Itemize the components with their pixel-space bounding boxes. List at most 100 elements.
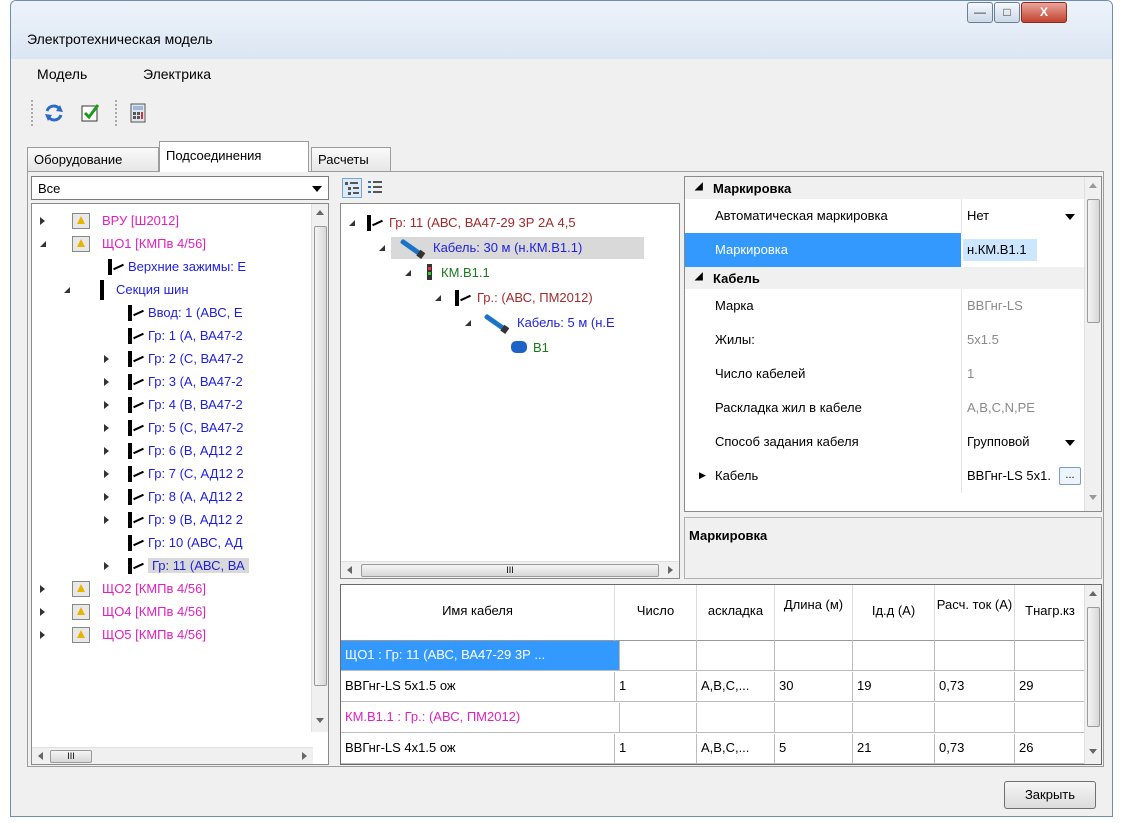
checkbox-check-icon[interactable] — [79, 102, 101, 124]
property-vscrollbar[interactable] — [1084, 177, 1101, 511]
column-header[interactable]: Число — [615, 585, 697, 641]
property-scroll-thumb[interactable] — [1087, 199, 1100, 323]
table-cell[interactable]: 26 — [1015, 734, 1086, 764]
scroll-up-icon[interactable] — [1089, 591, 1097, 596]
column-header[interactable]: Имя кабеля — [341, 585, 615, 641]
table-scroll-thumb[interactable] — [1087, 607, 1100, 727]
tree-item[interactable]: Гр: 6 (В, АД12 2 — [32, 440, 312, 462]
prop-auto-marking[interactable]: Автоматическая маркировка Нет — [685, 199, 1085, 233]
table-cell[interactable] — [697, 641, 775, 671]
expand-icon[interactable] — [40, 217, 45, 225]
collapse-icon[interactable] — [349, 220, 355, 226]
table-cell[interactable]: 1 — [615, 672, 697, 702]
table-cell[interactable]: 0,73 — [935, 672, 1015, 702]
table-cell[interactable] — [853, 703, 935, 733]
tree-view-button[interactable] — [342, 178, 362, 198]
close-button[interactable]: Закрыть — [1004, 781, 1096, 809]
table-cell[interactable] — [1015, 641, 1086, 671]
expand-icon[interactable] — [104, 355, 109, 363]
tree-item[interactable]: Гр: 4 (В, ВА47-2 — [32, 394, 312, 416]
tree-item[interactable]: Гр.: (АВС, ПМ2012) — [341, 287, 679, 309]
table-cell[interactable] — [853, 641, 935, 671]
calculator-icon[interactable] — [127, 102, 149, 124]
collapse-icon[interactable] — [64, 287, 70, 293]
collapse-icon[interactable] — [465, 320, 471, 326]
table-row[interactable]: ВВГнг-LS 5x1.5 ож 1 A,B,C,... 30 19 0,73 29 — [341, 672, 1086, 703]
tree-item[interactable]: Гр: 2 (С, ВА47-2 — [32, 348, 312, 370]
tree-item[interactable]: ВРУ [Ш2012] — [32, 210, 312, 232]
collapse-icon[interactable] — [40, 241, 46, 247]
table-row[interactable]: ВВГнг-LS 4x1.5 ож 1 A,B,C,... 5 21 0,73 26 — [341, 734, 1086, 764]
scroll-right-icon[interactable] — [668, 566, 673, 574]
expand-icon[interactable] — [104, 424, 109, 432]
table-cell[interactable]: 0,73 — [935, 734, 1015, 764]
close-window-button[interactable]: X — [1021, 2, 1067, 23]
table-cell[interactable] — [935, 703, 1015, 733]
tree-item[interactable]: Секция шин — [32, 279, 312, 301]
left-tree-hscrollbar[interactable]: III — [32, 747, 313, 764]
prop-cable[interactable]: ▶ Кабель ВВГнг-LS 5x1. ... — [685, 459, 1085, 493]
expand-icon[interactable] — [104, 447, 109, 455]
table-cell[interactable]: 19 — [853, 672, 935, 702]
prop-brand[interactable]: Марка ВВГнг-LS — [685, 289, 1085, 323]
tree-item[interactable]: Гр: 3 (А, ВА47-2 — [32, 371, 312, 393]
menu-electrics[interactable]: Электрика — [143, 66, 211, 82]
tree-item[interactable]: Гр: 1 (А, ВА47-2 — [32, 325, 312, 347]
tree-item[interactable]: ЩО2 [КМПв 4/56] — [32, 578, 312, 600]
table-cell[interactable] — [935, 641, 1015, 671]
expand-icon[interactable] — [40, 631, 45, 639]
prop-cores[interactable]: Жилы: 5x1.5 — [685, 323, 1085, 357]
category-cable[interactable]: ◢ Кабель — [685, 267, 1085, 289]
tree-item[interactable]: Гр: 10 (АВС, АД — [32, 532, 312, 554]
tree-item[interactable]: Ввод: 1 (АВС, Е — [32, 302, 312, 324]
prop-cable-method[interactable]: Способ задания кабеля Групповой — [685, 425, 1085, 459]
expand-icon[interactable] — [104, 516, 109, 524]
menu-model[interactable]: Модель — [37, 66, 87, 82]
tree-item[interactable]: ЩО1 [КМПв 4/56] — [32, 233, 312, 255]
tree-item[interactable]: Гр: 5 (С, ВА47-2 — [32, 417, 312, 439]
table-cell[interactable] — [615, 641, 697, 671]
mid-tree-hscroll-thumb[interactable]: III — [361, 564, 659, 577]
table-cell[interactable] — [775, 641, 853, 671]
tab-equipment[interactable]: Оборудование — [27, 147, 159, 171]
tab-calculations[interactable]: Расчеты — [311, 147, 391, 171]
expand-icon[interactable]: ▶ — [699, 470, 706, 481]
table-row[interactable]: КМ.В1.1 : Гр.: (АВС, ПМ2012) — [341, 703, 1086, 734]
table-cell[interactable]: ВВГнг-LS 4x1.5 ож — [341, 734, 615, 764]
left-tree-vscrollbar[interactable] — [311, 204, 328, 732]
table-vscrollbar[interactable] — [1084, 585, 1101, 764]
table-cell[interactable]: ВВГнг-LS 5x1.5 ож — [341, 672, 615, 702]
tree-item[interactable]: Гр: 7 (С, АД12 2 — [32, 463, 312, 485]
column-header[interactable]: Iд.д (А) — [853, 585, 935, 641]
filter-dropdown[interactable]: Все — [31, 176, 329, 200]
minimize-button[interactable]: — — [967, 2, 993, 23]
column-header[interactable]: аскладка — [697, 585, 775, 641]
table-cell[interactable]: 1 — [615, 734, 697, 764]
list-view-button[interactable] — [366, 178, 386, 198]
collapse-icon[interactable] — [405, 270, 411, 276]
tree-item[interactable]: Гр: 9 (В, АД12 2 — [32, 509, 312, 531]
chevron-down-icon[interactable] — [1065, 440, 1075, 446]
scroll-left-icon[interactable] — [38, 752, 43, 760]
table-cell[interactable]: ЩО1 : Гр: 11 (АВС, ВА47-29 3Р ... — [341, 641, 620, 671]
tree-item[interactable]: Верхние зажимы: Е — [32, 256, 312, 278]
prop-cable-method-value[interactable]: Групповой — [967, 434, 1029, 449]
tree-item[interactable]: Кабель: 30 м (н.КМ.В1.1) — [341, 237, 679, 259]
maximize-button[interactable]: □ — [994, 2, 1020, 23]
tree-item[interactable]: ЩО5 [КМПв 4/56] — [32, 624, 312, 646]
table-cell[interactable]: 30 — [775, 672, 853, 702]
expand-icon[interactable] — [104, 378, 109, 386]
ellipsis-button[interactable]: ... — [1059, 467, 1081, 485]
expand-icon[interactable] — [40, 608, 45, 616]
refresh-icon[interactable] — [43, 102, 65, 124]
expand-icon[interactable] — [104, 470, 109, 478]
prop-marking-name-cell[interactable]: Маркировка — [685, 233, 961, 267]
tree-item[interactable]: Гр: 11 (АВС, ВА47-29 3Р 2А 4,5 — [341, 212, 679, 234]
left-tree-scroll-thumb[interactable] — [314, 226, 327, 686]
table-cell[interactable]: КМ.В1.1 : Гр.: (АВС, ПМ2012) — [341, 703, 620, 733]
table-cell[interactable] — [775, 703, 853, 733]
tree-item[interactable]: Кабель: 5 м (н.Е — [341, 312, 679, 334]
expand-icon[interactable] — [104, 401, 109, 409]
table-cell[interactable] — [697, 703, 775, 733]
prop-cable-count[interactable]: Число кабелей 1 — [685, 357, 1085, 391]
